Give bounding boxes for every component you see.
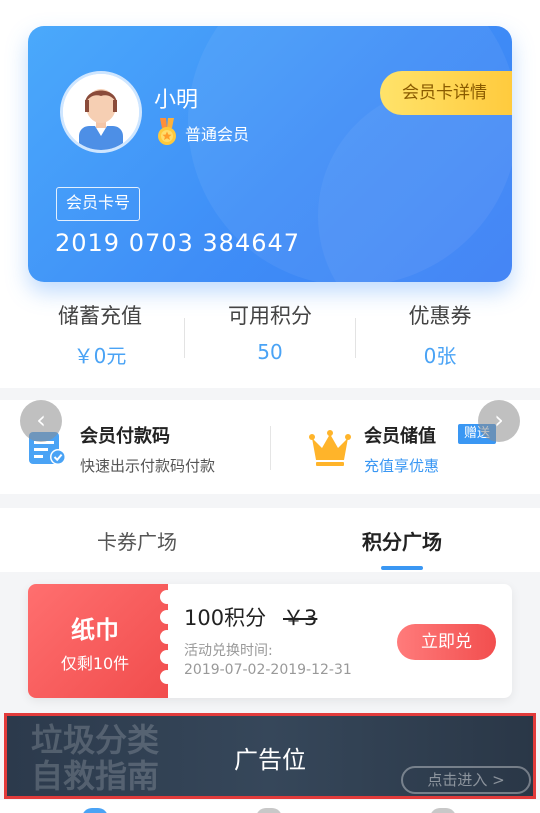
divider	[270, 426, 271, 470]
coupon-points: 100积分	[184, 606, 267, 630]
tab-bar: 卡券广场 积分广场	[0, 508, 540, 572]
coupon-time-label: 活动兑换时间:	[184, 643, 273, 659]
user-name: 小明	[154, 88, 199, 113]
active-tab-indicator	[381, 566, 423, 570]
ad-enter-button[interactable]: 点击进入 >	[401, 766, 531, 794]
coupon-time-range: 2019-07-02-2019-12-31	[184, 662, 352, 678]
ad-banner[interactable]: 垃圾分类 自救指南 广告位 点击进入 >	[4, 713, 536, 799]
perforation	[160, 610, 174, 624]
pay-code-subtitle: 快速出示付款码付款	[80, 457, 216, 475]
coupon-item-name: 纸巾	[71, 616, 119, 644]
stored-value-subtitle[interactable]: 充值享优惠	[364, 455, 439, 476]
redeem-button[interactable]: 立即兑	[397, 624, 496, 660]
chevron-right-icon: ›	[494, 406, 504, 434]
bottom-nav	[0, 800, 540, 813]
medal-icon	[158, 118, 176, 145]
perforation	[160, 630, 174, 644]
coupon-stock: 仅剩10件	[60, 654, 130, 673]
member-stats: 储蓄充值 ￥0元 可用积分 50 优惠券 0张	[0, 300, 540, 378]
card-number: 2019 0703 384647	[55, 229, 301, 257]
pay-code-title[interactable]: 会员付款码	[80, 422, 170, 448]
perforation	[160, 590, 174, 604]
member-level: 普通会员	[185, 125, 250, 144]
nav-profile-icon[interactable]	[430, 808, 456, 813]
carousel-prev-button[interactable]: ‹	[20, 400, 62, 442]
stat-points[interactable]: 可用积分 50	[180, 300, 360, 364]
stat-label: 储蓄充值	[58, 304, 142, 328]
coupon-card[interactable]: 纸巾 仅剩10件 100积分 ￥3 活动兑换时间: 2019-07-02-201…	[28, 584, 512, 698]
stat-coupons[interactable]: 优惠券 0张	[350, 300, 530, 369]
stat-value: 50	[257, 340, 283, 364]
user-avatar-icon	[63, 74, 139, 150]
tab-coupon-plaza[interactable]: 卡券广场	[37, 526, 237, 555]
nav-discover-icon[interactable]	[256, 808, 282, 813]
member-card[interactable]: 小明 普通会员 会员卡详情 会员卡号 2019 0703 384647	[28, 26, 512, 282]
nav-home-icon[interactable]	[82, 808, 108, 813]
chevron-left-icon: ‹	[36, 406, 46, 434]
member-card-detail-button[interactable]: 会员卡详情	[380, 71, 512, 115]
stat-savings[interactable]: 储蓄充值 ￥0元	[10, 300, 190, 369]
tab-points-plaza[interactable]: 积分广场	[302, 526, 502, 555]
stat-value: 0张	[423, 344, 457, 368]
carousel-next-button[interactable]: ›	[478, 400, 520, 442]
stored-value-title[interactable]: 会员储值	[364, 422, 436, 448]
coupon-original-price: ￥3	[283, 606, 318, 630]
card-number-label: 会员卡号	[56, 187, 141, 221]
perforation	[160, 670, 174, 684]
stat-value: ￥0元	[73, 344, 127, 368]
crown-icon	[309, 430, 351, 466]
stat-label: 优惠券	[408, 304, 472, 328]
avatar[interactable]	[60, 71, 142, 153]
perforation	[160, 650, 174, 664]
stat-label: 可用积分	[228, 304, 312, 328]
